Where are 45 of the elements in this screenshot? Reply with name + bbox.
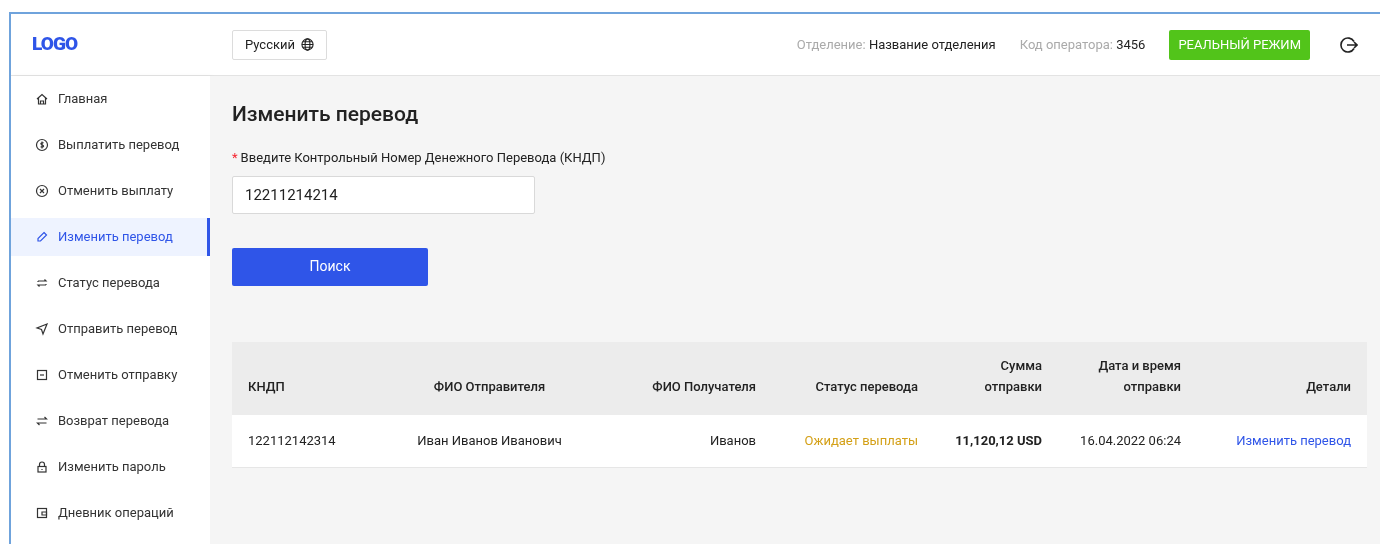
language-selector[interactable]: Русский bbox=[232, 29, 327, 60]
sidebar-item[interactable]: Отправить перевод bbox=[11, 310, 210, 348]
mode-badge: РЕАЛЬНЫЙ РЕЖИМ bbox=[1169, 29, 1310, 60]
sidebar-item[interactable]: Отменить выплату bbox=[11, 172, 210, 210]
column-header: ФИО Получателя bbox=[652, 378, 756, 394]
field-label: Введите Контрольный Номер Денежного Перевода (КНДП) bbox=[240, 150, 606, 165]
sidebar-item[interactable]: Дневник операций bbox=[11, 494, 210, 532]
column-header: Детали bbox=[1306, 378, 1351, 394]
table-cell: 16.04.2022 06:24 bbox=[1080, 433, 1181, 448]
table-cell: Иван Иванов Иванович bbox=[417, 433, 562, 448]
paper-plane-icon bbox=[35, 322, 49, 336]
column-header: Статус перевода bbox=[815, 378, 918, 394]
sidebar-item[interactable]: Главная bbox=[11, 80, 210, 118]
logo: LOGO bbox=[32, 31, 79, 58]
sidebar-item[interactable]: Изменить пароль bbox=[11, 448, 210, 486]
globe-icon bbox=[301, 38, 314, 51]
page-title: Изменить перевод bbox=[232, 101, 420, 128]
swap-arrows-icon bbox=[35, 414, 49, 428]
required-mark: * bbox=[232, 150, 238, 165]
dollar-coin-icon bbox=[35, 138, 49, 152]
sidebar-item[interactable]: Возврат перевода bbox=[11, 402, 210, 440]
lock-icon bbox=[35, 460, 49, 474]
cross-circle-icon bbox=[35, 184, 49, 198]
column-header: КНДП bbox=[248, 378, 285, 394]
table-cell: 122112142314 bbox=[248, 433, 336, 448]
table-cell: 11,120,12 USD bbox=[955, 433, 1042, 448]
minus-square-icon bbox=[35, 368, 49, 382]
column-header: Дата и время отправки bbox=[1097, 356, 1181, 396]
wallet-icon bbox=[35, 506, 49, 520]
edit-link[interactable]: Изменить перевод bbox=[1236, 433, 1351, 448]
table-cell: Иванов bbox=[709, 433, 756, 448]
input-field[interactable]: 12211214214 bbox=[232, 175, 535, 214]
sidebar-item[interactable]: Статус перевода bbox=[11, 264, 210, 302]
sidebar-item[interactable]: Выплатить перевод bbox=[11, 126, 210, 164]
column-header: Сумма отправки bbox=[983, 356, 1042, 396]
status-text: Ожидает выплаты bbox=[804, 433, 918, 448]
sidebar-item[interactable]: Изменить перевод bbox=[11, 218, 210, 256]
pencil-icon bbox=[35, 230, 49, 244]
sidebar-item[interactable]: Отменить отправку bbox=[11, 356, 210, 394]
operator-code: Код оператора: 3456 bbox=[1019, 35, 1146, 54]
home-icon bbox=[35, 92, 49, 106]
column-header: ФИО Отправителя bbox=[433, 378, 546, 394]
search-button[interactable]: Поиск bbox=[232, 247, 428, 286]
branch-info: Отделение: Название отделения bbox=[796, 35, 996, 54]
logout-icon[interactable] bbox=[1340, 35, 1358, 54]
